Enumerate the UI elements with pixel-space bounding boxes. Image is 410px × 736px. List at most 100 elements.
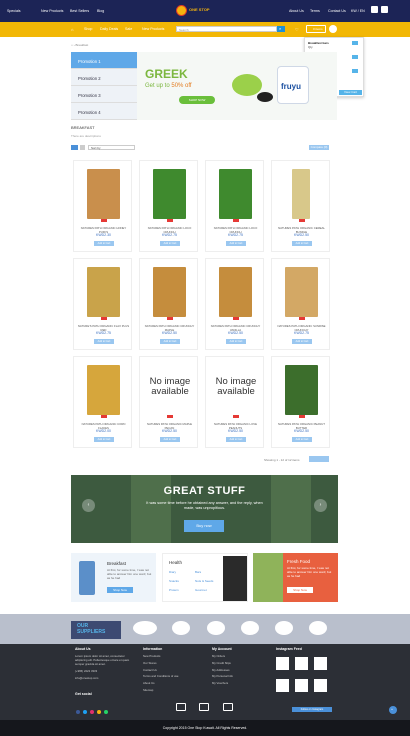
- avatar[interactable]: [329, 25, 337, 33]
- product-image[interactable]: [153, 267, 186, 317]
- heart-icon[interactable]: ♡: [295, 27, 299, 32]
- product-card[interactable]: NATURES PATH ORGANIC HONEY PUFFS KWD2.30…: [73, 160, 132, 252]
- add-to-cart-button[interactable]: Add to Cart: [226, 241, 246, 246]
- nav-terms[interactable]: Terms: [310, 9, 320, 13]
- add-to-cart-button[interactable]: Add to Cart: [292, 339, 312, 344]
- nav-new-products[interactable]: New Products: [41, 9, 63, 13]
- footer-link[interactable]: Contact Us: [143, 668, 178, 672]
- product-image[interactable]: [219, 267, 252, 317]
- whatsapp-icon[interactable]: [104, 710, 108, 714]
- scroll-top-button[interactable]: ^: [389, 706, 397, 714]
- supplier-logo[interactable]: [172, 621, 190, 635]
- product-card[interactable]: No image available NATURES PATH ORGANIC …: [139, 356, 198, 448]
- instagram-icon[interactable]: [381, 6, 388, 13]
- instagram-photo[interactable]: [295, 657, 308, 670]
- follow-instagram-button[interactable]: Follow on Instagram: [292, 707, 332, 712]
- shop-now-button[interactable]: Shop Now: [287, 587, 313, 593]
- product-image[interactable]: [219, 169, 252, 219]
- product-image[interactable]: [153, 169, 186, 219]
- product-card[interactable]: No image available NATURES PATH ORGANIC …: [205, 356, 264, 448]
- logo[interactable]: ONE STOP: [176, 4, 212, 18]
- health-link[interactable]: Nuts & Seeds: [195, 579, 213, 583]
- add-to-cart-button[interactable]: Add to Cart: [94, 241, 114, 246]
- product-card[interactable]: NATURES PATH ORGANIC CRUNCHY VANILLA KWD…: [205, 258, 264, 350]
- supplier-logo[interactable]: [309, 621, 327, 635]
- add-to-cart-button[interactable]: Add to Cart: [226, 437, 246, 442]
- facebook-icon[interactable]: [76, 710, 80, 714]
- grid-view-icon[interactable]: [71, 145, 78, 150]
- quantity-stepper[interactable]: [352, 55, 358, 59]
- shop-now-button[interactable]: Shop Now: [107, 587, 133, 593]
- buy-now-button[interactable]: Buy now: [184, 520, 224, 532]
- promo-tab-2[interactable]: Promotion 2: [71, 69, 137, 86]
- view-cart-button[interactable]: View Cart: [339, 90, 362, 95]
- instagram-photo[interactable]: [276, 679, 289, 692]
- menu-sale[interactable]: Sale: [125, 27, 132, 31]
- nav-blog[interactable]: Blog: [97, 9, 104, 13]
- instagram-photo[interactable]: [314, 679, 327, 692]
- instagram-photo[interactable]: [295, 679, 308, 692]
- cart-button[interactable]: 0 items: [306, 25, 326, 33]
- add-to-cart-button[interactable]: Add to Cart: [160, 241, 180, 246]
- product-card[interactable]: NATURES PATH ORGANIC PEANUT BUTTER KWD2.…: [271, 356, 330, 448]
- nav-specials[interactable]: Specials: [7, 9, 21, 13]
- product-card[interactable]: NATURES PATH ORGANIC LOCO CRUNCH KWD2.75…: [139, 160, 198, 252]
- footer-link[interactable]: About Us: [143, 681, 178, 685]
- facebook-icon[interactable]: [371, 6, 378, 13]
- supplier-logo[interactable]: [207, 621, 225, 635]
- compare-button[interactable]: Compare (0): [309, 145, 329, 150]
- add-to-cart-button[interactable]: Add to Cart: [292, 241, 312, 246]
- nav-about[interactable]: About Us: [289, 9, 304, 13]
- nav-contact[interactable]: Contact Us: [328, 9, 346, 13]
- sort-select[interactable]: Sort by: [88, 145, 135, 150]
- health-link[interactable]: Gourmet: [195, 588, 207, 592]
- add-to-cart-button[interactable]: Add to Cart: [292, 437, 312, 442]
- search-button[interactable]: ⌕: [277, 26, 285, 32]
- add-to-cart-button[interactable]: Add to Cart: [94, 339, 114, 344]
- add-to-cart-button[interactable]: Add to Cart: [94, 437, 114, 442]
- footer-link[interactable]: My Addresses: [212, 668, 233, 672]
- health-link[interactable]: Protein: [169, 588, 179, 592]
- home-icon[interactable]: ⌂: [71, 27, 73, 32]
- language-switch[interactable]: KW / EN: [351, 9, 365, 13]
- menu-new-products[interactable]: New Products: [142, 27, 164, 31]
- health-link[interactable]: Snacks: [169, 579, 179, 583]
- promo-tab-3[interactable]: Promotion 3: [71, 86, 137, 103]
- add-to-cart-button[interactable]: Add to Cart: [160, 339, 180, 344]
- instagram-photo[interactable]: [276, 657, 289, 670]
- menu-daily-deals[interactable]: Daily Deals: [100, 27, 118, 31]
- product-card[interactable]: NATURES PATH ORGANIC LOCO CRUNCH KWD2.75…: [205, 160, 264, 252]
- product-image[interactable]: [87, 169, 120, 219]
- product-card[interactable]: NATURES PATH ORGANIC CEREAL BUNDLE KWD2.…: [271, 160, 330, 252]
- menu-shop[interactable]: Shop: [84, 27, 92, 31]
- quantity-stepper[interactable]: [352, 41, 358, 45]
- pagination-button[interactable]: [309, 456, 329, 462]
- product-image[interactable]: [87, 267, 120, 317]
- footer-link[interactable]: Our Stores: [143, 661, 178, 665]
- hero-banner[interactable]: GREEK Get up to 50% off fruyu: [137, 52, 337, 120]
- instagram-photo[interactable]: [314, 657, 327, 670]
- list-view-icon[interactable]: [80, 145, 85, 150]
- footer-link[interactable]: Sitemap: [143, 688, 178, 692]
- supplier-logo[interactable]: [241, 621, 259, 635]
- shop-now-button[interactable]: SHOP NOW: [179, 96, 215, 104]
- product-image[interactable]: [87, 365, 120, 415]
- quantity-stepper[interactable]: [352, 69, 358, 73]
- footer-link[interactable]: Terms and Conditions of use: [143, 674, 178, 678]
- product-card[interactable]: NATURE'S PATH ORGANIC FLAX PLUS RED KWD2…: [73, 258, 132, 350]
- footer-link[interactable]: My Credit Slips: [212, 661, 233, 665]
- footer-link[interactable]: My Personal Info: [212, 674, 233, 678]
- product-card[interactable]: NATURES PATH ORGANIC CRUNCHY MAPLE KWD2.…: [139, 258, 198, 350]
- product-image[interactable]: [285, 365, 318, 415]
- footer-email[interactable]: info@onestop.com: [75, 676, 135, 680]
- chevron-right-icon[interactable]: ›: [314, 499, 327, 512]
- product-image[interactable]: [285, 267, 318, 317]
- nav-best-sellers[interactable]: Best Sellers: [70, 9, 89, 13]
- cart-item[interactable]: Breakfast barsQty: [308, 41, 358, 49]
- health-link[interactable]: Diary: [169, 570, 176, 574]
- promo-tab-1[interactable]: Promotion 1: [71, 52, 137, 69]
- product-no-image[interactable]: No image available: [211, 377, 261, 397]
- snapchat-icon[interactable]: [97, 710, 101, 714]
- supplier-logo[interactable]: [275, 621, 293, 635]
- add-to-cart-button[interactable]: Add to Cart: [160, 437, 180, 442]
